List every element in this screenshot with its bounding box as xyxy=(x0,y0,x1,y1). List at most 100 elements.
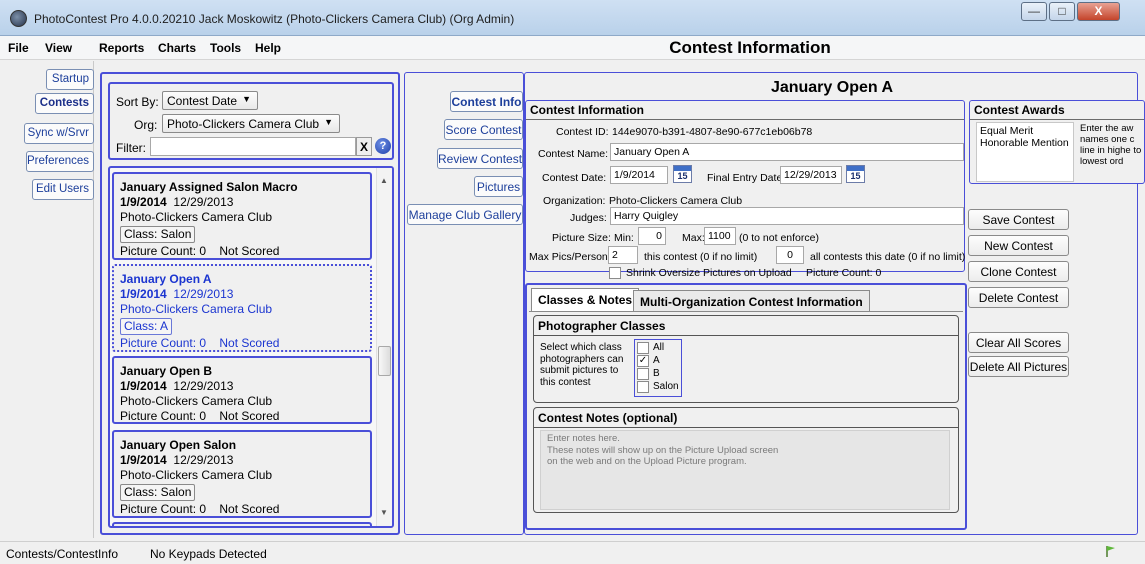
nav-preferences[interactable]: Preferences xyxy=(26,151,94,172)
contest-org: Photo-Clickers Camera Club xyxy=(120,468,273,482)
sort-by-value: Contest Date xyxy=(167,94,238,108)
nav-startup[interactable]: Startup xyxy=(46,69,94,90)
contest-name: January Open Salon xyxy=(120,438,237,452)
final-entry-date-input[interactable]: 12/29/2013 xyxy=(780,166,842,184)
list-item[interactable] xyxy=(112,522,372,526)
contest-date: 1/9/2014 xyxy=(120,287,167,301)
delete-contest-button[interactable]: Delete Contest xyxy=(968,287,1069,308)
new-contest-button[interactable]: New Contest xyxy=(968,235,1069,256)
sort-by-dropdown[interactable]: Contest Date ▼ xyxy=(162,91,258,110)
clone-contest-button[interactable]: Clone Contest xyxy=(968,261,1069,282)
scroll-up-icon[interactable]: ▲ xyxy=(380,176,388,185)
tab-classes-notes[interactable]: Classes & Notes xyxy=(531,288,640,312)
nav-edit-users[interactable]: Edit Users xyxy=(32,179,94,200)
menu-help[interactable]: Help xyxy=(255,41,281,55)
help-icon[interactable]: ? xyxy=(375,138,391,154)
maximize-button[interactable]: □ xyxy=(1049,2,1075,21)
subnav-review-contest[interactable]: Review Contest xyxy=(437,148,523,169)
list-item[interactable]: January Open B 1/9/2014 12/29/2013 Photo… xyxy=(112,356,372,424)
class-b-label: B xyxy=(653,368,660,379)
subnav-contest-info[interactable]: Contest Info xyxy=(450,91,523,112)
sort-filter-box: Sort By: Contest Date ▼ Org: Photo-Click… xyxy=(108,82,394,160)
notes-textarea[interactable]: Enter notes here. These notes will show … xyxy=(540,430,950,510)
picture-count: Picture Count: 0 xyxy=(120,502,207,516)
delete-all-pictures-button[interactable]: Delete All Pictures xyxy=(968,356,1069,377)
divider xyxy=(534,335,958,336)
min-size-input[interactable]: 0 xyxy=(638,227,666,245)
subnav-pictures[interactable]: Pictures xyxy=(474,176,523,197)
contest-date-input[interactable]: 1/9/2014 xyxy=(610,166,668,184)
judges-input[interactable]: Harry Quigley xyxy=(610,207,964,225)
calendar-icon[interactable]: 15 xyxy=(846,165,865,183)
entry-date: 12/29/2013 xyxy=(173,453,234,467)
subnav-score-contest[interactable]: Score Contest xyxy=(444,119,523,140)
chevron-down-icon: ▼ xyxy=(324,117,333,127)
list-item-selected[interactable]: January Open A 1/9/2014 12/29/2013 Photo… xyxy=(112,264,372,352)
contest-meta: Picture Count: 0 Not Scored xyxy=(120,336,364,351)
max-pics-label: Max Pics/Person: xyxy=(529,251,611,263)
menu-tools[interactable]: Tools xyxy=(210,41,241,55)
all-contests-max-input[interactable]: 0 xyxy=(776,246,804,264)
contest-notes-section: Contest Notes (optional) Enter notes her… xyxy=(533,407,959,513)
minimize-button[interactable]: — xyxy=(1021,2,1047,21)
menu-reports[interactable]: Reports xyxy=(99,41,144,55)
org-dropdown[interactable]: Photo-Clickers Camera Club ▼ xyxy=(162,114,340,133)
contest-org: Photo-Clickers Camera Club xyxy=(120,394,273,408)
menu-view[interactable]: View xyxy=(45,41,72,55)
class-salon-checkbox[interactable] xyxy=(637,381,649,393)
divider xyxy=(526,119,964,120)
awards-textarea[interactable]: Equal Merit Honorable Mention xyxy=(976,122,1074,182)
contest-name-label: Contest Name: xyxy=(538,148,609,160)
list-scrollbar[interactable]: ▲ ▼ xyxy=(376,168,392,526)
max-pics-input[interactable]: 2 xyxy=(608,246,638,264)
score-status: Not Scored xyxy=(219,336,280,350)
clear-all-scores-button[interactable]: Clear All Scores xyxy=(968,332,1069,353)
sort-by-label: Sort By: xyxy=(116,95,159,109)
menu-charts[interactable]: Charts xyxy=(158,41,196,55)
contest-list[interactable]: January Assigned Salon Macro 1/9/2014 12… xyxy=(108,166,394,528)
flag-icon xyxy=(1104,544,1118,558)
score-status: Not Scored xyxy=(219,244,280,258)
tab-multi-org-info[interactable]: Multi-Organization Contest Information xyxy=(633,290,870,312)
list-item[interactable]: January Assigned Salon Macro 1/9/2014 12… xyxy=(112,172,372,260)
save-contest-button[interactable]: Save Contest xyxy=(968,209,1069,230)
window-title: PhotoContest Pro 4.0.0.20210 Jack Moskow… xyxy=(34,12,515,26)
class-b-checkbox[interactable] xyxy=(637,368,649,380)
close-button[interactable]: X xyxy=(1077,2,1120,21)
class-all-checkbox[interactable] xyxy=(637,342,649,354)
filter-label: Filter: xyxy=(116,141,146,155)
class-a-label: A xyxy=(653,355,660,366)
contest-id-label: Contest ID: xyxy=(556,126,609,138)
class-a-checkbox[interactable]: ✓ xyxy=(637,355,649,367)
status-path: Contests/ContestInfo xyxy=(6,547,119,561)
nav-sync-with-server[interactable]: Sync w/Srvr xyxy=(24,123,94,144)
classes-title: Photographer Classes xyxy=(538,319,666,333)
nav-contests[interactable]: Contests xyxy=(35,93,94,114)
scrollbar-thumb[interactable] xyxy=(378,346,391,376)
award-item: Equal Merit xyxy=(980,125,1034,137)
max-label: Max: xyxy=(682,232,705,244)
calendar-icon[interactable]: 15 xyxy=(673,165,692,183)
list-item[interactable]: January Open Salon 1/9/2014 12/29/2013 P… xyxy=(112,430,372,518)
class-checkbox-group: All ✓ A B Salon xyxy=(634,339,682,397)
contest-info-section: Contest Information Contest ID: 144e9070… xyxy=(525,100,965,279)
score-status: Not Scored xyxy=(219,409,280,423)
picture-count: Picture Count: 0 xyxy=(120,409,207,423)
clear-filter-button[interactable]: X xyxy=(356,137,372,156)
contest-dates: 1/9/2014 12/29/2013 xyxy=(120,287,364,302)
shrink-oversize-checkbox[interactable] xyxy=(609,267,621,279)
contest-dates: 1/9/2014 12/29/2013 xyxy=(120,195,364,210)
subnav-manage-club-gallery[interactable]: Manage Club Gallery xyxy=(407,204,523,225)
picture-count: Picture Count: 0 xyxy=(120,336,207,350)
app-icon xyxy=(10,10,27,27)
filter-input[interactable] xyxy=(150,137,356,156)
classes-description: Select which class photographers can sub… xyxy=(540,342,624,388)
class-all-label: All xyxy=(653,342,665,353)
menu-file[interactable]: File xyxy=(8,41,29,55)
max-size-input[interactable]: 1100 xyxy=(704,227,736,245)
min-label: Min: xyxy=(614,232,634,244)
max-pics-note: this contest (0 if no limit) xyxy=(644,251,758,263)
final-entry-date-label: Final Entry Date: xyxy=(707,172,786,184)
contest-name-input[interactable]: January Open A xyxy=(610,143,964,161)
scroll-down-icon[interactable]: ▼ xyxy=(380,508,388,517)
